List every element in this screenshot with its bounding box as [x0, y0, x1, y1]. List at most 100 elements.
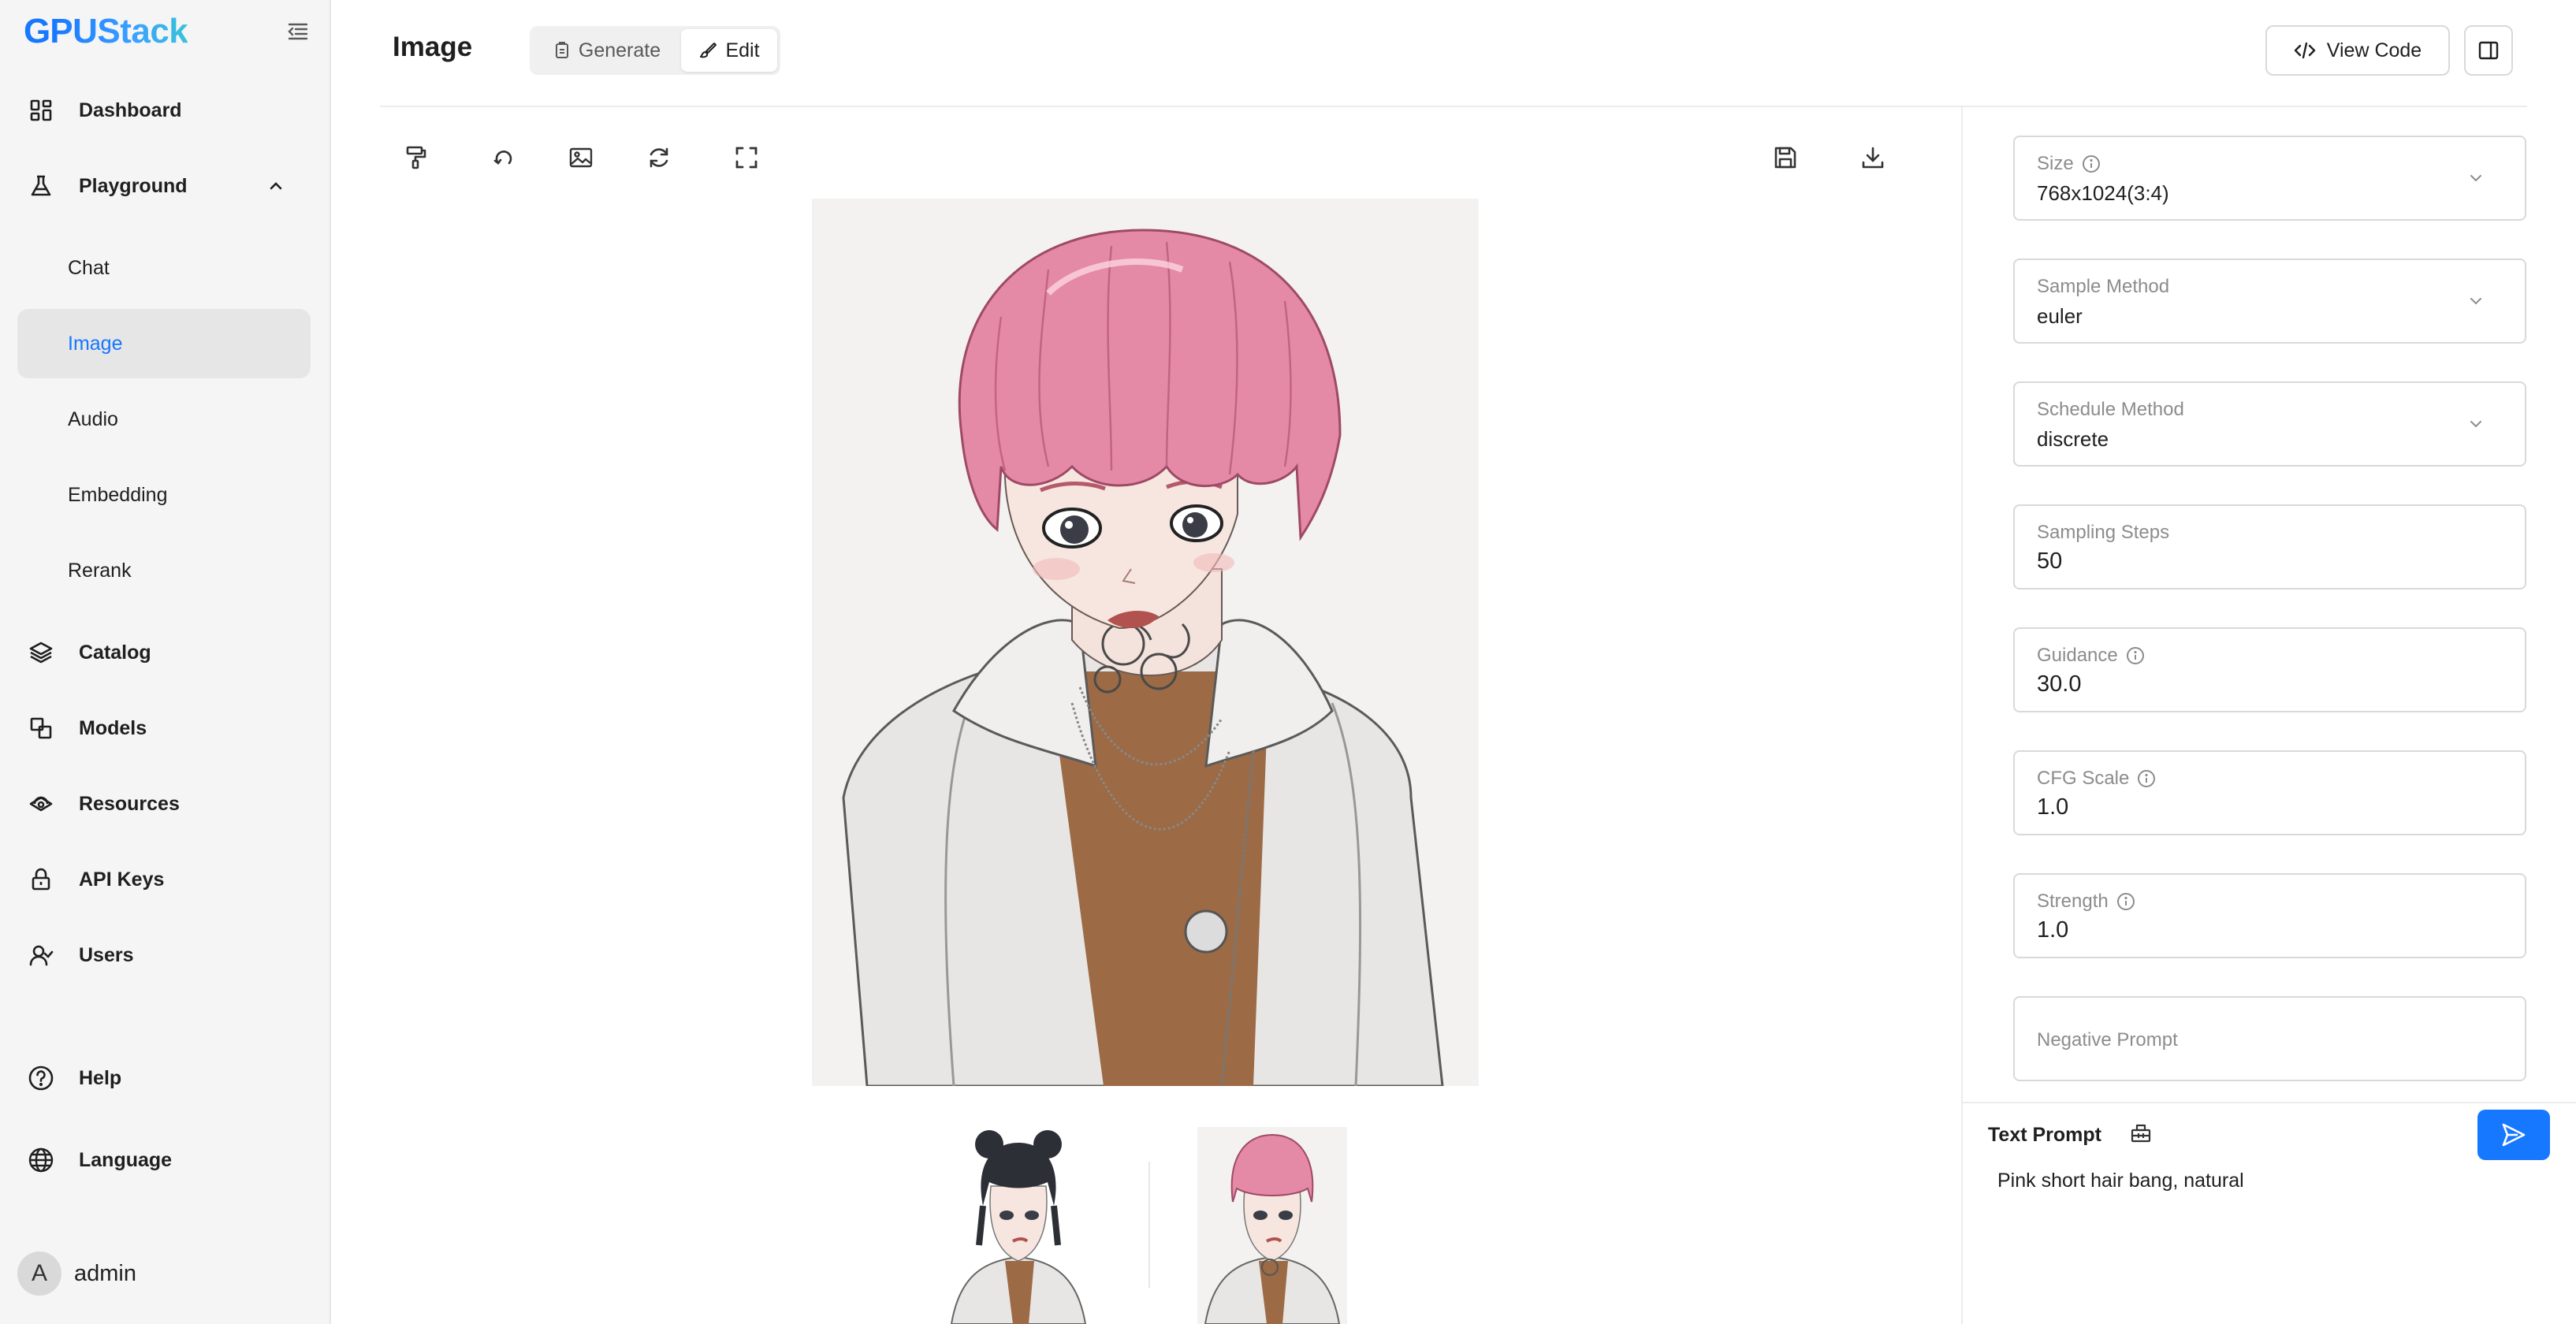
view-code-button[interactable]: View Code	[2265, 25, 2450, 76]
thumbnail-divider	[1148, 1162, 1150, 1288]
sidebar-item-label: Rerank	[68, 559, 132, 582]
schedule-method-select[interactable]: Schedule Method discrete	[2013, 381, 2526, 467]
size-select[interactable]: Size 768x1024(3:4)	[2013, 136, 2526, 221]
sidebar-item-chat[interactable]: Chat	[17, 233, 311, 303]
sidebar-item-label: Models	[79, 716, 147, 739]
info-icon[interactable]	[2082, 154, 2101, 173]
thumbnail-image-1[interactable]	[944, 1127, 1093, 1324]
globe-icon	[25, 1144, 57, 1176]
strength-input[interactable]: Strength 1.0	[2013, 873, 2526, 958]
sample-method-select[interactable]: Sample Method euler	[2013, 258, 2526, 344]
cfg-scale-value: 1.0	[2037, 794, 2069, 820]
prompt-helper-icon[interactable]	[2130, 1122, 2155, 1147]
dashboard-icon	[25, 95, 57, 126]
lock-icon	[25, 864, 57, 895]
sidebar-item-label: Image	[68, 332, 123, 355]
help-icon	[25, 1062, 57, 1094]
strength-value: 1.0	[2037, 917, 2069, 943]
sample-method-value: euler	[2037, 304, 2083, 328]
text-prompt-input[interactable]: Pink short hair bang, natural	[1997, 1170, 2244, 1192]
tab-edit-label: Edit	[725, 39, 760, 61]
send-icon	[2502, 1123, 2526, 1147]
avatar: A	[17, 1251, 61, 1296]
sidebar-item-playground[interactable]: Playground	[17, 151, 311, 221]
send-button[interactable]	[2477, 1110, 2550, 1160]
brush-icon	[700, 43, 717, 58]
chevron-down-icon	[2470, 175, 2481, 182]
toggle-panel-button[interactable]	[2464, 25, 2513, 76]
size-label: Size	[2037, 153, 2074, 174]
refresh-icon[interactable]	[642, 140, 676, 175]
cfg-scale-label: CFG Scale	[2037, 768, 2130, 789]
save-icon[interactable]	[1768, 140, 1803, 175]
sidebar-item-label: Audio	[68, 407, 118, 430]
models-icon	[25, 712, 57, 744]
info-icon[interactable]	[2126, 646, 2145, 665]
cfg-scale-input[interactable]: CFG Scale 1.0	[2013, 750, 2526, 835]
text-prompt-label: Text Prompt	[1988, 1124, 2101, 1146]
negative-prompt-placeholder: Negative Prompt	[2037, 1029, 2178, 1051]
code-icon	[2294, 42, 2315, 59]
tab-edit[interactable]: Edit	[681, 29, 777, 72]
sidebar-item-label: Dashboard	[79, 99, 182, 121]
thumbnail-image-2[interactable]	[1197, 1127, 1347, 1324]
sidebar-item-language[interactable]: Language	[17, 1125, 311, 1195]
prompt-divider	[1963, 1102, 2576, 1103]
sidebar-item-label: Users	[79, 943, 134, 966]
sidebar-item-catalog[interactable]: Catalog	[17, 618, 311, 687]
flask-icon	[25, 170, 57, 202]
sampling-steps-label: Sampling Steps	[2037, 522, 2170, 543]
schedule-method-label: Schedule Method	[2037, 399, 2184, 420]
user-menu[interactable]: A admin	[17, 1251, 136, 1296]
layers-icon	[25, 637, 57, 668]
user-name: admin	[74, 1260, 136, 1286]
chevron-up-icon[interactable]	[265, 175, 287, 197]
undo-icon[interactable]	[486, 140, 521, 175]
sidebar-item-resources[interactable]: Resources	[17, 769, 311, 839]
sidebar: G PUStack Dashboard Playground Chat Image…	[0, 0, 331, 1324]
tab-generate-label: Generate	[578, 39, 661, 61]
sidebar-item-image[interactable]: Image	[17, 309, 311, 378]
guidance-input[interactable]: Guidance 30.0	[2013, 627, 2526, 712]
header-divider	[380, 106, 2527, 107]
document-icon	[555, 42, 568, 58]
edit-canvas-image[interactable]	[812, 199, 1479, 1086]
guidance-label: Guidance	[2037, 645, 2118, 666]
page-title: Image	[393, 32, 473, 62]
info-icon[interactable]	[2137, 769, 2156, 788]
size-value: 768x1024(3:4)	[2037, 181, 2169, 205]
collapse-sidebar-icon[interactable]	[285, 19, 311, 44]
sidebar-item-rerank[interactable]: Rerank	[17, 536, 311, 605]
sidebar-item-help[interactable]: Help	[17, 1043, 311, 1113]
sidebar-item-dashboard[interactable]: Dashboard	[17, 76, 311, 145]
sidebar-item-label: Playground	[79, 174, 188, 197]
paint-roller-icon[interactable]	[399, 140, 434, 175]
mode-switch: Generate Edit	[530, 26, 780, 75]
tab-generate[interactable]: Generate	[533, 29, 681, 72]
sample-method-label: Sample Method	[2037, 276, 2170, 297]
chevron-down-icon	[2470, 421, 2481, 428]
gpustack-logo[interactable]: G PUStack	[24, 11, 188, 52]
view-code-label: View Code	[2326, 39, 2422, 61]
sampling-steps-input[interactable]: Sampling Steps 50	[2013, 504, 2526, 589]
sidebar-item-label: Chat	[68, 256, 110, 279]
sidebar-item-label: Catalog	[79, 641, 151, 664]
sidebar-item-api-keys[interactable]: API Keys	[17, 845, 311, 914]
fullscreen-icon[interactable]	[729, 140, 764, 175]
download-icon[interactable]	[1856, 140, 1890, 175]
sidebar-item-embedding[interactable]: Embedding	[17, 460, 311, 530]
sampling-steps-value: 50	[2037, 549, 2063, 574]
sidebar-item-users[interactable]: Users	[17, 920, 311, 990]
negative-prompt-input[interactable]: Negative Prompt	[2013, 996, 2526, 1081]
strength-label: Strength	[2037, 891, 2109, 912]
sidebar-item-label: Resources	[79, 792, 180, 815]
sidebar-item-audio[interactable]: Audio	[17, 385, 311, 454]
users-icon	[25, 939, 57, 971]
panel-divider	[1961, 107, 1963, 1324]
image-icon[interactable]	[564, 140, 598, 175]
sidebar-item-models[interactable]: Models	[17, 694, 311, 763]
sidebar-item-label: Help	[79, 1066, 122, 1089]
info-icon[interactable]	[2116, 892, 2135, 911]
logo-text-g: G	[24, 12, 50, 50]
sidebar-item-label: Language	[79, 1148, 173, 1171]
